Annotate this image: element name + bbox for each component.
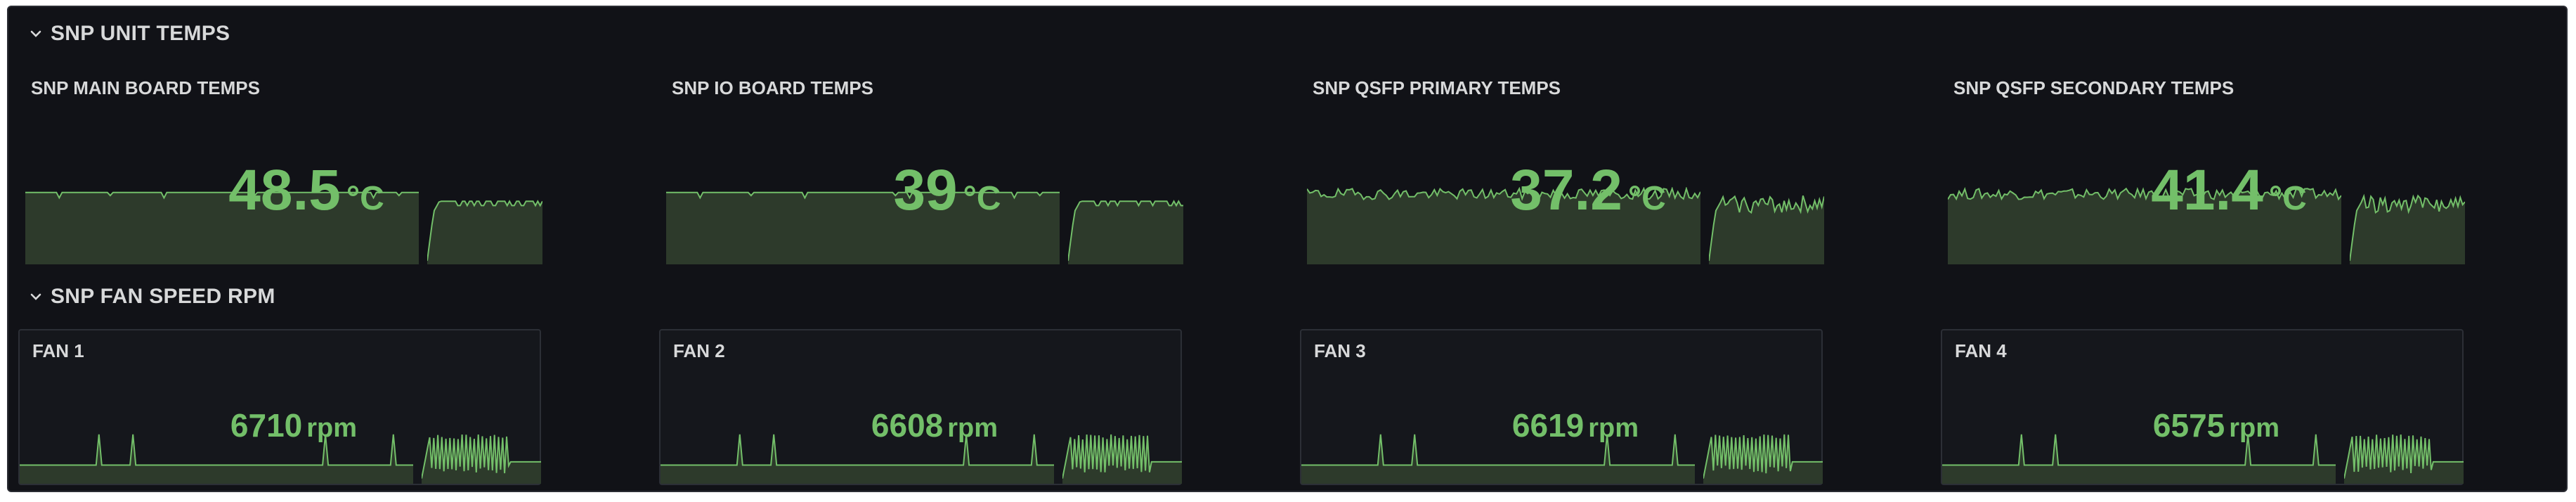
stat-value: 6575 rpm xyxy=(2083,409,2350,442)
panel-main-board-temps[interactable]: SNP MAIN BOARD TEMPS 48.5 °C xyxy=(18,67,542,269)
stat-unit: rpm xyxy=(1588,413,1639,443)
panel-title: FAN 2 xyxy=(673,340,725,361)
stat-value: 41.4 °C xyxy=(2109,162,2348,219)
stat-number: 48.5 xyxy=(228,158,341,222)
panel-title: SNP MAIN BOARD TEMPS xyxy=(31,77,260,98)
stat-number: 6710 xyxy=(230,407,303,444)
stat-unit: rpm xyxy=(2229,413,2280,443)
stat-unit: °C xyxy=(346,180,384,217)
stat-number: 37.2 xyxy=(1510,158,1622,222)
stat-unit: rpm xyxy=(947,413,998,443)
sparkline-area xyxy=(427,201,542,264)
sparkline-mini xyxy=(1703,434,1823,484)
sparkline-area xyxy=(1709,195,1824,264)
stat-value: 6608 rpm xyxy=(801,409,1068,442)
panel-qsfp-secondary-temps[interactable]: SNP QSFP SECONDARY TEMPS 41.4 °C xyxy=(1941,67,2465,269)
row-title: SNP FAN SPEED RPM xyxy=(51,285,275,308)
panel-title: SNP QSFP SECONDARY TEMPS xyxy=(1953,77,2235,98)
sparkline-mini xyxy=(2344,435,2464,484)
stat-unit: °C xyxy=(963,180,1001,217)
row-header-fan-speed[interactable]: SNP FAN SPEED RPM xyxy=(28,283,275,311)
stat-value: 39 °C xyxy=(828,162,1067,219)
panel-fan-4[interactable]: FAN 4 6575 rpm xyxy=(1941,329,2464,485)
dashboard: SNP UNIT TEMPS SNP MAIN BOARD TEMPS 48.5… xyxy=(7,6,2568,492)
stat-number: 6575 xyxy=(2152,407,2225,444)
stat-unit: °C xyxy=(2268,180,2307,217)
stat-number: 41.4 xyxy=(2151,158,2263,222)
sparkline-area xyxy=(1068,201,1183,264)
row-header-unit-temps[interactable]: SNP UNIT TEMPS xyxy=(28,20,230,48)
chevron-down-icon[interactable] xyxy=(28,26,44,41)
row-title: SNP UNIT TEMPS xyxy=(51,22,230,45)
stat-value: 6619 rpm xyxy=(1442,409,1709,442)
panel-title: FAN 3 xyxy=(1314,340,1366,361)
sparkline-mini xyxy=(422,434,541,484)
panel-fan-3[interactable]: FAN 3 6619 rpm xyxy=(1300,329,1823,485)
panel-fan-2[interactable]: FAN 2 6608 rpm xyxy=(659,329,1182,485)
stat-number: 6619 xyxy=(1511,407,1585,444)
stat-number: 39 xyxy=(893,158,958,222)
sparkline-mini xyxy=(1709,195,1824,264)
panel-title: FAN 4 xyxy=(1955,340,2007,361)
sparkline-mini xyxy=(1068,200,1183,264)
stat-value: 6710 rpm xyxy=(160,409,427,442)
stat-number: 6608 xyxy=(871,407,944,444)
stat-value: 48.5 °C xyxy=(187,162,426,219)
stat-unit: rpm xyxy=(306,413,358,443)
panel-title: SNP IO BOARD TEMPS xyxy=(672,77,874,98)
sparkline-mini xyxy=(2350,193,2465,264)
sparkline-mini xyxy=(1062,434,1182,484)
sparkline-mini xyxy=(427,200,542,264)
panel-qsfp-primary-temps[interactable]: SNP QSFP PRIMARY TEMPS 37.2 °C xyxy=(1300,67,1824,269)
stat-value: 37.2 °C xyxy=(1469,162,1707,219)
stat-unit: °C xyxy=(1627,180,1666,217)
chevron-down-icon[interactable] xyxy=(28,289,44,304)
panel-io-board-temps[interactable]: SNP IO BOARD TEMPS 39 °C xyxy=(659,67,1183,269)
panel-title: FAN 1 xyxy=(32,340,84,361)
panel-fan-1[interactable]: FAN 1 6710 rpm xyxy=(18,329,541,485)
panel-title: SNP QSFP PRIMARY TEMPS xyxy=(1313,77,1561,98)
